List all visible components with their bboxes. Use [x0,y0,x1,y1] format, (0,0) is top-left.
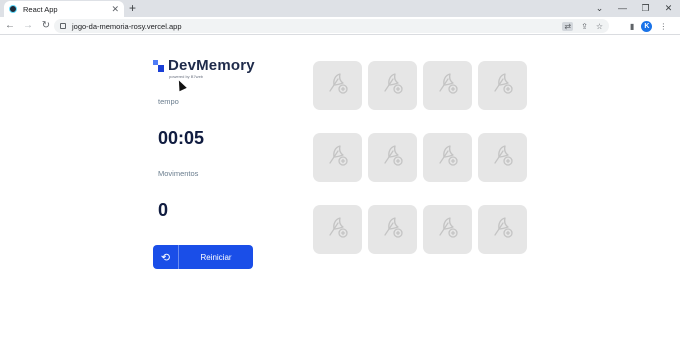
mouse-cursor-icon [175,78,187,92]
close-window-icon[interactable]: ✕ [657,0,680,17]
tab-title: React App [23,4,58,14]
browser-toolbar: ← → ↻ jogo-da-memoria-rosy.vercel.app ⇄ … [0,17,680,35]
card-back-icon [490,214,516,245]
window-controls: ⌄ — ❐ ✕ [588,0,680,17]
memory-card[interactable] [478,133,527,182]
memory-card[interactable] [423,133,472,182]
card-back-icon [490,142,516,173]
card-back-icon [380,214,406,245]
menu-kebab-icon[interactable]: ⋮ [659,22,667,31]
tab-close-icon[interactable]: ✕ [111,4,119,14]
card-back-icon [435,214,461,245]
time-value: 00:05 [158,128,205,148]
new-tab-icon[interactable]: + [129,2,136,14]
restart-label: Reiniciar [200,252,232,262]
card-back-icon [435,70,461,101]
moves-value: 0 [158,200,169,220]
memory-card[interactable] [478,61,527,110]
card-back-icon [325,214,351,245]
logo-subtitle: powered by B7web [169,74,204,79]
share-icon[interactable]: ⇪ [581,22,588,31]
card-grid [313,61,527,254]
moves-label: Movimentos [158,169,199,178]
logo-mark-icon [153,60,165,74]
card-back-icon [380,70,406,101]
memory-card[interactable] [368,133,417,182]
memory-card[interactable] [313,205,362,254]
memory-card[interactable] [423,205,472,254]
devmemory-logo: DevMemory [153,58,255,74]
address-bar[interactable]: jogo-da-memoria-rosy.vercel.app ⇄ ⇪ ☆ [54,19,609,33]
card-back-icon [325,142,351,173]
memory-card[interactable] [423,61,472,110]
tab-strip: React App ✕ + ⌄ — ❐ ✕ [0,0,680,17]
react-favicon-icon [9,5,17,13]
memory-card[interactable] [313,133,362,182]
card-back-icon [435,142,461,173]
bookmark-star-icon[interactable]: ☆ [596,22,603,31]
back-icon[interactable]: ← [2,17,18,35]
memory-card[interactable] [313,61,362,110]
translate-icon[interactable]: ⇄ [562,21,574,31]
memory-card[interactable] [368,205,417,254]
restore-icon[interactable]: ❐ [634,0,657,17]
tab-search-icon[interactable]: ⌄ [588,0,611,17]
side-panel-icon[interactable]: ▮ [630,22,634,31]
reload-icon[interactable]: ↻ [38,17,54,35]
card-back-icon [380,142,406,173]
memory-card[interactable] [478,205,527,254]
card-back-icon [490,70,516,101]
time-label: tempo [158,97,179,106]
restart-icon: ⟲ [153,245,179,269]
card-back-icon [325,70,351,101]
memory-card[interactable] [368,61,417,110]
url-text: jogo-da-memoria-rosy.vercel.app [72,21,182,31]
browser-tab[interactable]: React App ✕ [4,1,124,17]
restart-button[interactable]: ⟲ Reiniciar [153,245,253,269]
logo-text: DevMemory [168,57,255,74]
profile-avatar[interactable]: K [641,20,653,32]
lock-icon[interactable] [60,23,66,29]
forward-icon[interactable]: → [20,17,36,35]
minimize-icon[interactable]: — [611,0,634,17]
